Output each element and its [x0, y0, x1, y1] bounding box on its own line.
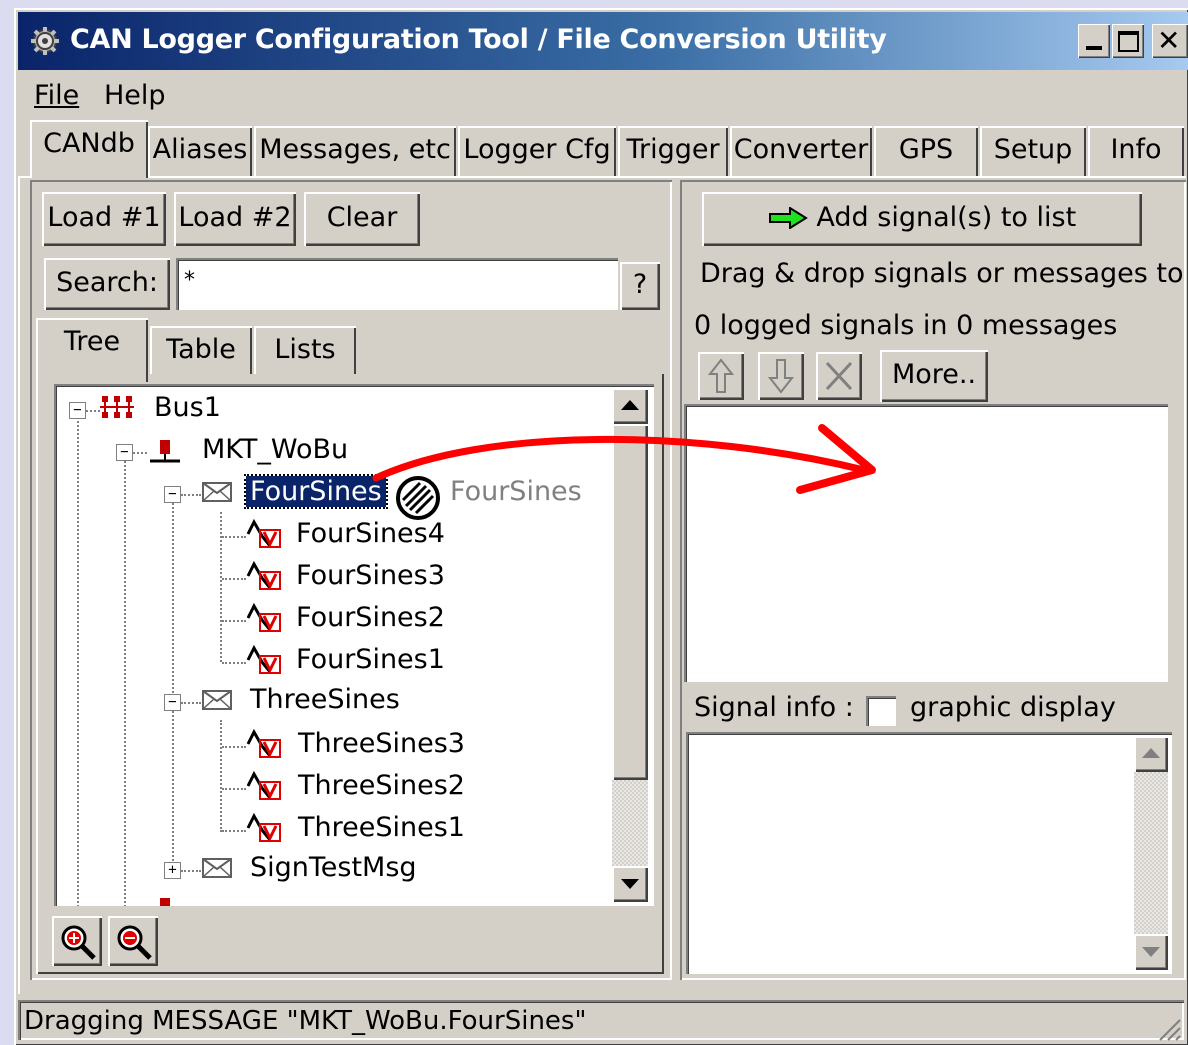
collapse-icon[interactable]: −: [69, 402, 86, 419]
tab-candb[interactable]: CANdb: [30, 120, 148, 178]
message-icon: [202, 858, 232, 878]
minimize-button[interactable]: [1078, 24, 1110, 58]
move-down-button[interactable]: [758, 352, 804, 400]
bus-icon: [100, 396, 134, 418]
drag-annotation-arrow-icon: [372, 424, 876, 494]
node-icon: [160, 898, 170, 906]
close-icon: ✕: [1157, 24, 1181, 57]
arrow-up-icon: [1142, 748, 1160, 758]
message-icon: [202, 690, 232, 710]
node-icon: [150, 440, 180, 463]
tab-info[interactable]: Info: [1088, 126, 1184, 176]
tab-setup[interactable]: Setup: [980, 126, 1086, 176]
tree-item-signal[interactable]: FourSines1: [296, 644, 445, 675]
collapse-icon[interactable]: −: [164, 486, 181, 503]
move-up-button[interactable]: [698, 352, 744, 400]
graphic-display-checkbox[interactable]: [866, 696, 896, 726]
window-title: CAN Logger Configuration Tool / File Con…: [70, 24, 887, 55]
status-panel: Dragging MESSAGE "MKT_WoBu.FourSines": [18, 1000, 1184, 1040]
message-icon: [202, 482, 232, 502]
zoom-in-icon: [61, 925, 96, 960]
gear-icon: [31, 27, 59, 55]
add-signals-button[interactable]: Add signal(s) to list: [702, 192, 1142, 246]
arrow-up-icon: [621, 400, 639, 410]
resize-grip-icon[interactable]: [1156, 1016, 1182, 1042]
scroll-up-button[interactable]: [612, 388, 648, 424]
arrow-right-icon: [768, 206, 808, 230]
drag-hint: Drag & drop signals or messages to log .: [700, 258, 1188, 289]
load2-button[interactable]: Load #2: [174, 192, 296, 246]
load1-button[interactable]: Load #1: [42, 192, 166, 246]
subtab-table[interactable]: Table: [150, 326, 252, 376]
collapse-icon[interactable]: −: [164, 694, 181, 711]
subtab-lists[interactable]: Lists: [254, 326, 356, 376]
search-input-value: *: [184, 268, 195, 293]
zoom-in-button[interactable]: [52, 916, 102, 966]
tab-trigger[interactable]: Trigger: [618, 126, 728, 176]
signal-icon: [246, 812, 281, 842]
search-input[interactable]: *: [176, 258, 618, 310]
collapse-icon[interactable]: −: [116, 444, 133, 461]
more-button[interactable]: More..: [880, 350, 988, 402]
tree-item-signal[interactable]: ThreeSines1: [298, 812, 465, 843]
tree-item-signal[interactable]: ThreeSines3: [298, 728, 465, 759]
scroll-down-button[interactable]: [612, 866, 648, 902]
zoom-out-button[interactable]: [108, 916, 158, 966]
signal-info-label: Signal info :: [694, 692, 854, 723]
title-bar[interactable]: CAN Logger Configuration Tool / File Con…: [18, 12, 1188, 70]
arrow-down-icon: [1142, 947, 1160, 957]
signal-icon: [246, 770, 281, 800]
signal-icon: [246, 518, 281, 548]
status-bar: Dragging MESSAGE "MKT_WoBu.FourSines": [18, 1000, 1184, 1044]
arrow-down-icon: [768, 359, 794, 394]
minimize-icon: [1086, 46, 1102, 50]
menu-help[interactable]: Help: [104, 80, 166, 111]
arrow-down-icon: [621, 879, 639, 889]
tree-item-signal[interactable]: FourSines3: [296, 560, 445, 591]
maximize-button[interactable]: [1112, 24, 1144, 58]
tree-item-signal[interactable]: FourSines2: [296, 602, 445, 633]
signal-icon: [246, 602, 281, 632]
signal-icon: [246, 560, 281, 590]
signal-info-box[interactable]: [686, 732, 1172, 974]
delete-icon: [825, 361, 853, 391]
logged-count: 0 logged signals in 0 messages: [694, 310, 1118, 341]
tree-item-signal[interactable]: FourSines4: [296, 518, 445, 549]
tab-gps[interactable]: GPS: [874, 126, 978, 176]
app-window: CAN Logger Configuration Tool / File Con…: [14, 8, 1188, 1045]
tree-item-node[interactable]: MKT_WoBu: [202, 434, 348, 465]
tab-messages[interactable]: Messages, etc: [254, 126, 456, 176]
arrow-up-icon: [708, 358, 734, 393]
signal-icon: [246, 644, 281, 674]
graphic-display-label: graphic display: [910, 692, 1116, 723]
status-text: Dragging MESSAGE "MKT_WoBu.FourSines": [24, 1006, 587, 1036]
tree-item-signal[interactable]: ThreeSines2: [298, 770, 465, 801]
zoom-out-icon: [117, 925, 152, 960]
search-help-button[interactable]: ?: [620, 262, 660, 310]
tab-aliases[interactable]: Aliases: [148, 126, 252, 176]
signal-icon: [246, 728, 281, 758]
menu-bar: File Help: [18, 70, 1188, 114]
expand-icon[interactable]: +: [164, 862, 181, 879]
search-button[interactable]: Search:: [44, 258, 170, 310]
close-button[interactable]: ✕: [1152, 24, 1188, 58]
tab-logger-cfg[interactable]: Logger Cfg: [458, 126, 616, 176]
tree-item-bus[interactable]: Bus1: [154, 392, 221, 423]
clear-button[interactable]: Clear: [304, 192, 420, 246]
scroll-up-button[interactable]: [1134, 736, 1168, 772]
delete-button[interactable]: [816, 352, 862, 400]
maximize-icon: [1118, 31, 1139, 52]
tree-item-msg-threesines[interactable]: ThreeSines: [250, 684, 400, 715]
menu-file[interactable]: File: [34, 80, 79, 111]
tree-item-msg-signtestmsg[interactable]: SignTestMsg: [250, 852, 417, 883]
tab-converter[interactable]: Converter: [730, 126, 872, 176]
subtab-tree[interactable]: Tree: [36, 318, 148, 382]
scroll-down-button[interactable]: [1134, 934, 1168, 970]
